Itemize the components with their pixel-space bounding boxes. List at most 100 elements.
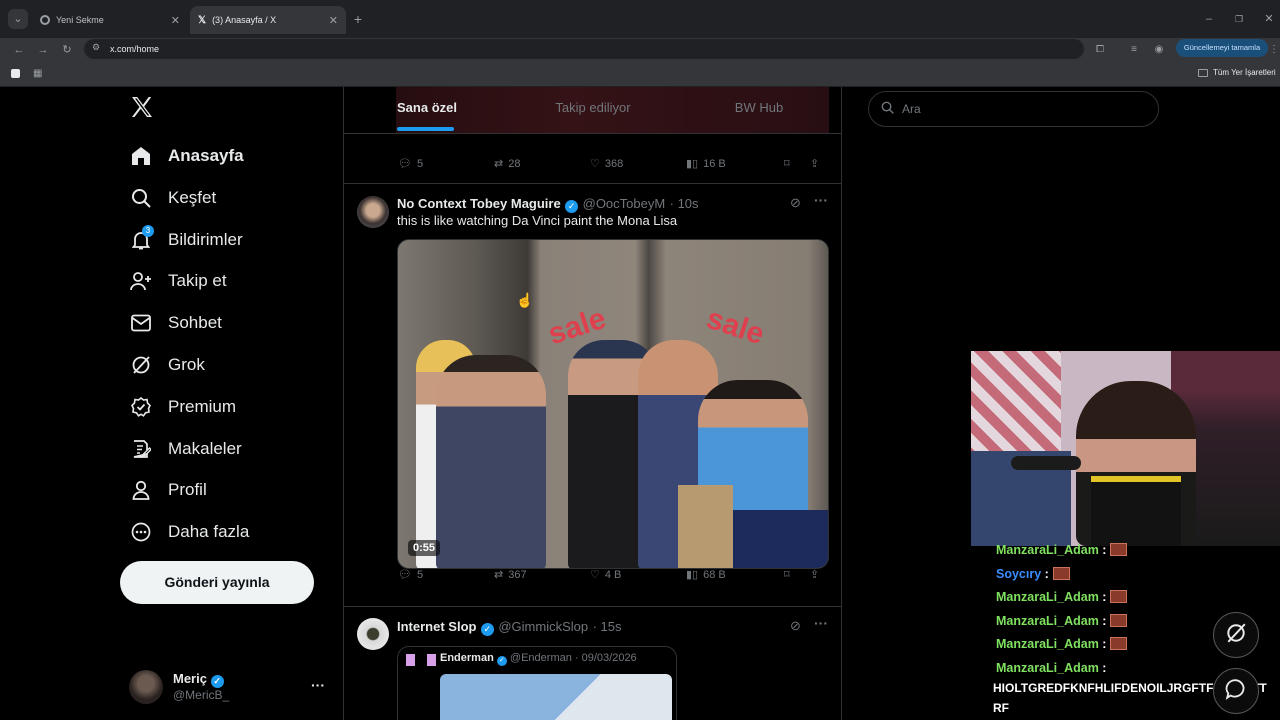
grok-float-button[interactable]	[1213, 612, 1259, 658]
chat-message: RF	[993, 701, 1009, 715]
tweet-video[interactable]: sale sale 0:55	[397, 239, 829, 569]
extensions-icon[interactable]: ⧠	[1090, 40, 1110, 60]
views-button[interactable]: ▮▯ 68 B	[686, 568, 784, 582]
x-logo-icon[interactable]	[130, 95, 154, 126]
url-text: x.com/home	[110, 44, 160, 54]
tab-new[interactable]: Yeni Sekme ✕	[32, 6, 188, 34]
avatar[interactable]	[357, 618, 389, 650]
repost-button[interactable]: ⇄ 28	[494, 157, 590, 171]
webcam-overlay	[971, 351, 1280, 546]
tab-icon[interactable]	[11, 69, 20, 78]
tweet-time[interactable]: · 15s	[593, 619, 622, 634]
follow-icon	[130, 270, 152, 292]
views-button[interactable]: ▮▯ 16 B	[686, 157, 784, 171]
update-button[interactable]: Güncellemeyi tamamla	[1176, 39, 1268, 57]
repost-button[interactable]: ⇄ 367	[494, 568, 590, 582]
bookmark-button[interactable]: ⌑	[784, 568, 810, 581]
avatar[interactable]	[357, 196, 389, 228]
new-tab-icon[interactable]: +	[348, 9, 368, 29]
chat-user: ManzaraLi_Adam	[996, 637, 1099, 651]
media-icon[interactable]: ≡	[1124, 40, 1144, 60]
nav-notifications[interactable]: 3 Bildirimler	[130, 222, 243, 258]
author-handle[interactable]: @GimmickSlop	[498, 619, 588, 634]
close-icon[interactable]: ✕	[171, 14, 180, 27]
chat-line: ManzaraLi_Adam :	[996, 637, 1128, 651]
verified-icon: ✓	[565, 200, 579, 213]
reply-button[interactable]: 💬︎ 5	[398, 157, 494, 171]
author-handle[interactable]: @OocTobeyM	[583, 196, 666, 211]
grok-icon[interactable]: ⊘	[790, 195, 801, 211]
nav-home[interactable]: Anasayfa	[130, 138, 244, 174]
close-icon[interactable]: ✕	[329, 14, 338, 27]
nav-explore[interactable]: Keşfet	[130, 180, 216, 216]
site-info-icon[interactable]: ⚙	[92, 42, 100, 53]
emote-icon	[1110, 543, 1128, 556]
grok-icon[interactable]: ⊘	[790, 618, 801, 634]
browser-tab-bar: ⌄ Yeni Sekme ✕ 𝕏 (3) Anasayfa / X ✕ + – …	[0, 0, 1280, 38]
verified-icon: ✓	[210, 675, 224, 688]
tab-x-home[interactable]: 𝕏 (3) Anasayfa / X ✕	[190, 6, 346, 34]
reply-count: 5	[416, 157, 424, 170]
more-dots-icon[interactable]: ···	[814, 192, 828, 208]
reload-icon[interactable]: ↻	[57, 40, 77, 60]
nav-grok[interactable]: Grok	[130, 347, 205, 383]
share-button[interactable]: ⇪	[810, 568, 819, 581]
tweet-time[interactable]: · 10s	[670, 196, 699, 211]
nav-follow[interactable]: Takip et	[130, 263, 227, 299]
bookmark-button[interactable]: ⌑	[784, 157, 810, 170]
streamer-shirt	[1091, 476, 1181, 546]
share-button[interactable]: ⇪	[810, 157, 819, 170]
divider	[344, 133, 841, 134]
quoted-media	[440, 674, 672, 720]
tab-bw-hub[interactable]: BW Hub	[676, 87, 841, 133]
forward-icon[interactable]: →	[33, 40, 53, 60]
quoted-header: Enderman ✓ @Enderman · 09/03/2026	[440, 652, 637, 666]
restore-icon[interactable]: ❐	[1229, 9, 1249, 29]
repost-icon: ⇄	[494, 569, 504, 581]
minimize-icon[interactable]: –	[1199, 9, 1219, 29]
author-name[interactable]: Internet Slop	[397, 619, 476, 634]
microphone	[1011, 456, 1081, 470]
nav-label: Makaleler	[168, 439, 242, 458]
folder-icon	[1198, 68, 1208, 77]
share-icon: ⇪	[810, 569, 820, 581]
back-icon[interactable]: ←	[9, 40, 29, 60]
tweet[interactable]: Internet Slop ✓ @GimmickSlop · 15s ⊘ ···…	[344, 607, 841, 720]
like-button[interactable]: ♡ 4 B	[590, 568, 686, 582]
chat-bubble-icon	[1225, 678, 1247, 705]
verified-icon: ✓	[480, 623, 494, 636]
tweet[interactable]: No Context Tobey Maguire ✓ @OocTobeyM · …	[344, 184, 841, 605]
reply-button[interactable]: 💬︎ 5	[398, 568, 494, 582]
account-name-row: Meriç ✓	[173, 671, 224, 688]
author-name[interactable]: No Context Tobey Maguire	[397, 196, 561, 211]
reply-count: 5	[416, 568, 424, 581]
all-bookmarks[interactable]: Tüm Yer İşaretleri	[1198, 68, 1276, 77]
nav-chat[interactable]: Sohbet	[130, 305, 222, 341]
search-input[interactable]: Ara	[868, 91, 1159, 127]
nav-profile[interactable]: Profil	[130, 472, 207, 508]
nav-more[interactable]: Daha fazla	[130, 514, 249, 550]
more-dots-icon[interactable]: ···	[311, 677, 325, 693]
more-circle-icon	[130, 521, 152, 543]
views-count: 68 B	[703, 568, 726, 581]
account-switcher[interactable]: Meriç ✓ @MericB_ ···	[129, 670, 329, 706]
window-close-icon[interactable]: ✕	[1259, 9, 1279, 29]
nav-label: Sohbet	[168, 313, 222, 332]
tab-following[interactable]: Takip ediliyor	[510, 87, 676, 133]
apps-icon[interactable]: ▦	[33, 68, 42, 79]
messages-float-button[interactable]	[1213, 668, 1259, 714]
address-bar[interactable]: ⚙ x.com/home	[84, 39, 1084, 59]
bell-icon: 3	[130, 225, 154, 251]
more-dots-icon[interactable]: ···	[814, 615, 828, 631]
emote-icon	[1110, 590, 1128, 603]
nav-articles[interactable]: Makaleler	[130, 431, 242, 467]
like-button[interactable]: ♡ 368	[590, 157, 686, 171]
shopping-bag	[728, 510, 828, 568]
grok-icon	[1225, 622, 1247, 649]
account-icon[interactable]: ◉	[1149, 40, 1169, 60]
tab-title: Yeni Sekme	[56, 15, 104, 25]
tab-search-button[interactable]: ⌄	[8, 9, 28, 29]
quoted-tweet[interactable]: Enderman ✓ @Enderman · 09/03/2026	[397, 646, 677, 720]
post-button[interactable]: Gönderi yayınla	[120, 561, 314, 604]
nav-premium[interactable]: Premium	[130, 389, 236, 425]
